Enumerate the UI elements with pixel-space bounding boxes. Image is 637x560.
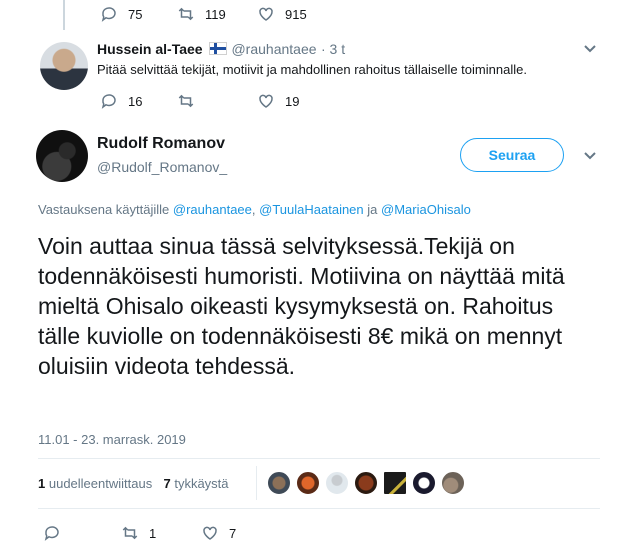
retweet-count: 1 <box>149 525 157 541</box>
divider <box>256 466 257 500</box>
like-stat-label[interactable]: tykkäystä <box>174 476 228 491</box>
liker-avatar[interactable] <box>295 470 321 496</box>
more-options-button[interactable] <box>583 42 597 61</box>
engagement-stats: 1 uudelleentwiittaus 7 tykkäystä <box>38 476 229 491</box>
tweet-timestamp[interactable]: 11.01 - 23. marrask. 2019 <box>38 432 186 447</box>
mention-link[interactable]: @MariaOhisalo <box>381 202 471 217</box>
reply-context: Vastauksena käyttäjille @rauhantaee, @Tu… <box>38 202 471 217</box>
tweet-time[interactable]: · 3 t <box>321 41 345 57</box>
avatar[interactable] <box>36 130 88 182</box>
retweet-count: 119 <box>205 6 226 22</box>
reply-action[interactable]: 75 <box>100 5 142 23</box>
reply-action[interactable]: 16 <box>100 92 142 110</box>
avatar[interactable] <box>40 42 88 90</box>
finland-flag-icon <box>209 42 228 55</box>
liker-avatar[interactable] <box>440 470 466 496</box>
reply-count: 16 <box>128 93 143 109</box>
mention-link[interactable]: @TuulaHaatainen <box>259 202 364 217</box>
retweet-stat-count[interactable]: 1 <box>38 476 45 491</box>
reply-icon <box>44 526 59 541</box>
author-handle[interactable]: @Rudolf_Romanov_ <box>97 159 227 175</box>
reply-action[interactable] <box>43 524 71 542</box>
divider <box>38 508 600 509</box>
like-action[interactable]: 19 <box>257 92 299 110</box>
main-tweet-author: Rudolf Romanov @Rudolf_Romanov_ <box>97 135 227 175</box>
liker-avatar[interactable] <box>353 470 379 496</box>
like-count: 915 <box>285 6 307 22</box>
author-name[interactable]: Rudolf Romanov <box>97 135 227 153</box>
tweet-text: Voin auttaa sinua tässä selvityksessä.Te… <box>38 233 565 379</box>
reply-tweet-header: Hussein al-Taee @rauhantaee · 3 t <box>97 41 345 59</box>
retweet-icon <box>178 94 194 108</box>
mention-link[interactable]: @rauhantaee <box>173 202 252 217</box>
like-action[interactable]: 915 <box>257 5 307 23</box>
follow-button[interactable]: Seuraa <box>460 138 564 172</box>
thread-line <box>63 0 65 30</box>
author-name[interactable]: Hussein al-Taee <box>97 41 203 57</box>
like-stat-count[interactable]: 7 <box>163 476 170 491</box>
reply-icon <box>101 94 116 109</box>
conjunction: ja <box>367 202 378 217</box>
heart-icon <box>259 94 273 108</box>
liker-avatar[interactable] <box>324 470 350 496</box>
liker-avatar[interactable] <box>382 470 408 496</box>
retweet-action[interactable] <box>177 92 205 110</box>
like-count: 7 <box>229 525 237 541</box>
retweet-icon <box>178 7 194 21</box>
retweet-action[interactable]: 1 <box>121 524 156 542</box>
heart-icon <box>203 526 217 540</box>
tweet-text: Pitää selvittää tekijät, motiivit ja mah… <box>97 62 527 77</box>
retweet-stat-label[interactable]: uudelleentwiittaus <box>49 476 152 491</box>
like-action[interactable]: 7 <box>201 524 236 542</box>
chevron-down-icon <box>584 152 596 160</box>
author-handle[interactable]: @rauhantaee <box>231 41 316 57</box>
reply-prefix: Vastauksena käyttäjille <box>38 202 170 217</box>
divider <box>38 458 600 459</box>
chevron-down-icon <box>584 45 596 53</box>
heart-icon <box>259 7 273 21</box>
more-options-button[interactable] <box>583 149 597 168</box>
separator: , <box>251 202 256 217</box>
reply-count: 75 <box>128 6 143 22</box>
liker-avatar[interactable] <box>411 470 437 496</box>
like-count: 19 <box>285 93 300 109</box>
retweet-action[interactable]: 119 <box>177 5 226 23</box>
retweet-icon <box>122 526 138 540</box>
liker-avatar[interactable] <box>266 470 292 496</box>
reply-icon <box>101 7 116 22</box>
